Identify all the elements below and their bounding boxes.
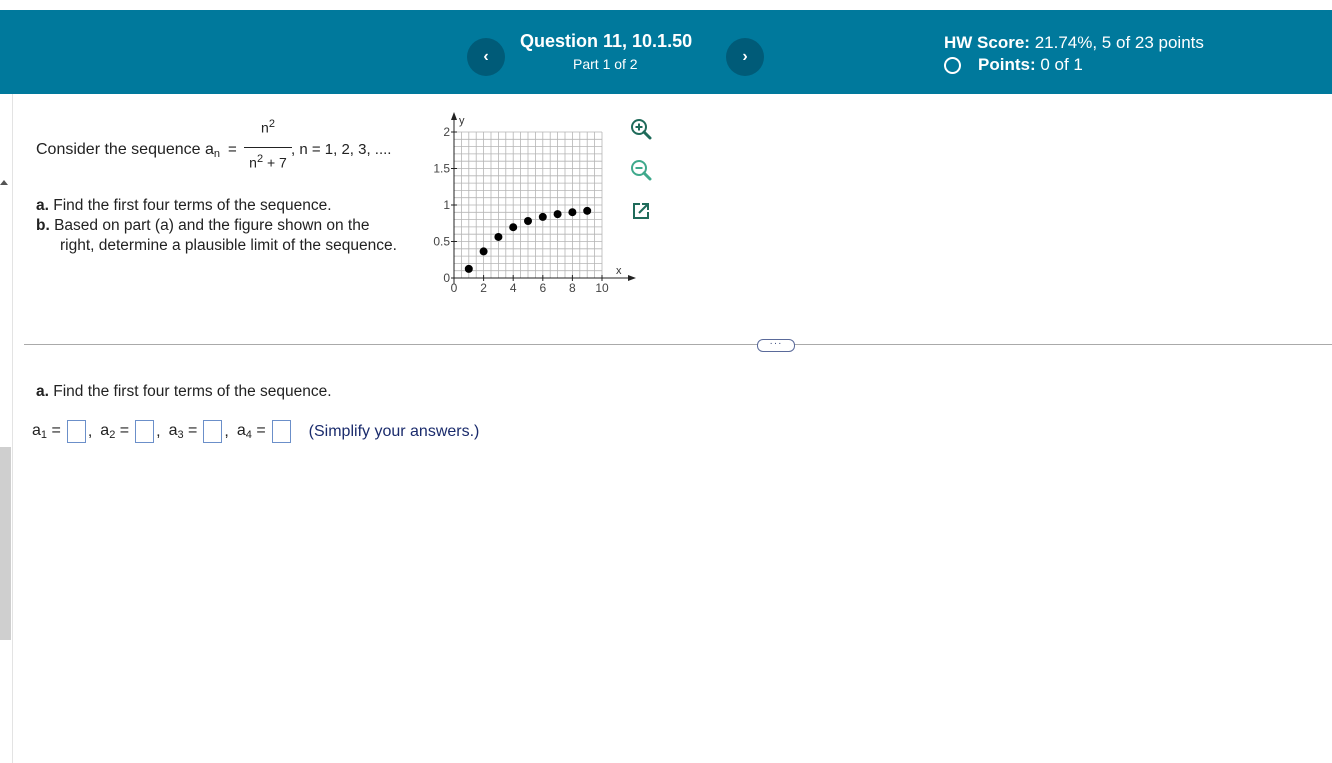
popout-button[interactable] — [628, 198, 654, 224]
a3-input[interactable] — [203, 420, 223, 443]
section-divider — [24, 344, 1332, 345]
fraction-bar — [244, 147, 292, 148]
chevron-right-icon: › — [742, 48, 748, 65]
a1-label: a1 = — [32, 422, 61, 441]
data-point — [583, 206, 592, 215]
points-label: Points: — [978, 55, 1036, 74]
statement-subscript: n — [213, 148, 221, 160]
zoom-out-button[interactable] — [628, 157, 654, 183]
zoom-in-icon — [631, 119, 652, 140]
a2-input[interactable] — [135, 420, 155, 443]
index-range: , n = 1, 2, 3, .... — [291, 141, 392, 158]
question-header: ‹ Question 11, 10.1.50 Part 1 of 2 › HW … — [0, 10, 1332, 94]
a4-input[interactable] — [271, 420, 291, 443]
data-point — [568, 208, 577, 217]
x-tick-label: 6 — [539, 281, 546, 295]
answer-row: a1 = , a2 = , a3 = , a4 = (Simplify your… — [32, 420, 480, 443]
zoom-in-button[interactable] — [628, 116, 654, 142]
points-value: 0 of 1 — [1040, 55, 1083, 74]
problem-parts: a. Find the first four terms of the sequ… — [36, 196, 397, 256]
x-tick-label: 0 — [451, 281, 458, 295]
data-point — [479, 247, 488, 256]
x-tick-label: 4 — [510, 281, 517, 295]
previous-question-button[interactable]: ‹ — [467, 38, 505, 76]
data-point — [464, 264, 473, 273]
part-b-continued: right, determine a plausible limit of th… — [60, 237, 397, 254]
hw-score-value: 21.74%, 5 of 23 points — [1034, 33, 1204, 52]
hw-score: HW Score: 21.74%, 5 of 23 points — [944, 33, 1204, 53]
answer-prompt: a. Find the first four terms of the sequ… — [36, 383, 332, 400]
equals-sign: = — [228, 141, 237, 158]
x-tick-label: 2 — [480, 281, 487, 295]
y-tick-label: 0.5 — [433, 235, 450, 249]
y-tick-label: 0 — [443, 271, 450, 285]
y-tick-label: 1.5 — [433, 162, 450, 176]
more-options-button[interactable]: ··· — [757, 339, 795, 352]
chevron-left-icon: ‹ — [483, 48, 489, 65]
sequence-statement: Consider the sequence an — [36, 141, 220, 160]
a4-label: a4 = — [236, 422, 266, 441]
part-b: b. Based on part (a) and the figure show… — [36, 217, 370, 234]
y-axis-arrow — [451, 112, 457, 120]
zoom-out-icon — [631, 160, 652, 181]
next-question-button[interactable]: › — [726, 38, 764, 76]
part-a: a. Find the first four terms of the sequ… — [36, 197, 332, 214]
y-tick-label: 1 — [443, 198, 450, 212]
x-tick-label: 8 — [569, 281, 576, 295]
simplify-note: (Simplify your answers.) — [308, 422, 480, 440]
a2-label: a2 = — [100, 422, 130, 441]
statement-intro: Consider the sequence a — [36, 141, 214, 158]
points-display: Points: 0 of 1 — [944, 55, 1083, 75]
data-point — [494, 232, 503, 241]
question-part: Part 1 of 2 — [573, 56, 638, 72]
fraction-numerator: n2 — [261, 118, 275, 136]
status-circle-icon — [944, 56, 961, 74]
popout-icon — [633, 203, 649, 219]
collapse-arrow-icon[interactable] — [0, 180, 8, 185]
x-axis-arrow — [628, 275, 636, 281]
x-axis-label: x — [616, 265, 622, 277]
fraction-denominator: n2 + 7 — [249, 153, 287, 171]
scrollbar-thumb[interactable] — [0, 447, 11, 640]
data-point — [553, 210, 562, 219]
y-tick-label: 2 — [443, 125, 450, 139]
y-axis-label: y — [459, 115, 465, 127]
data-point — [524, 216, 532, 225]
hw-score-label: HW Score: — [944, 33, 1030, 52]
a1-input[interactable] — [66, 420, 86, 443]
sequence-graph: x y 0 2 4 6 8 10 0 0.5 1 1.5 2 — [433, 112, 636, 295]
question-title: Question 11, 10.1.50 — [520, 31, 693, 51]
data-point — [538, 212, 547, 221]
a3-label: a3 = — [168, 422, 198, 441]
x-tick-label: 10 — [595, 281, 609, 295]
data-point — [509, 223, 518, 232]
left-border — [12, 94, 13, 763]
